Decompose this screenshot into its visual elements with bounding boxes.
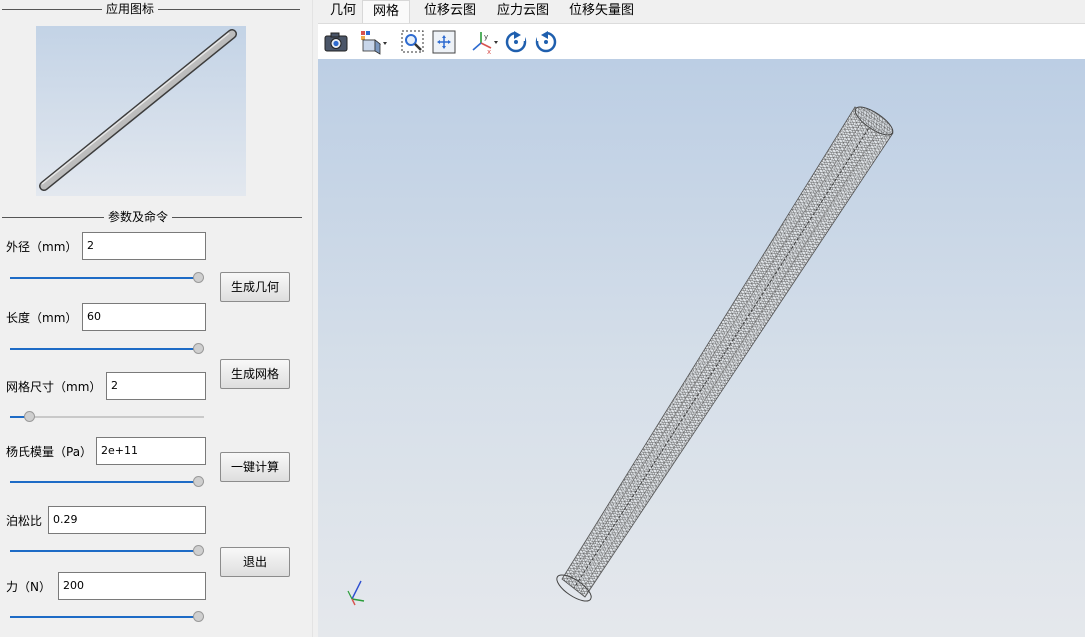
slider-handle[interactable] [193,545,204,556]
zoom-box-icon[interactable] [400,29,426,55]
view-cube-icon[interactable] [358,29,388,55]
app-icon-group-title: 应用图标 [2,2,300,16]
svg-text:y: y [484,33,488,41]
slider-handle[interactable] [193,476,204,487]
axes-icon[interactable]: y x [469,29,499,56]
youngs-modulus-label: 杨氏模量（Pa） [6,445,93,459]
length-label: 长度（mm） [6,311,78,325]
slider-handle[interactable] [193,272,204,283]
app-icon-preview [36,26,246,196]
slider-handle[interactable] [193,343,204,354]
youngs-modulus-slider[interactable] [10,476,204,488]
compute-button[interactable]: 一键计算 [220,452,290,482]
mesh-size-slider[interactable] [10,411,204,423]
poisson-ratio-slider[interactable] [10,545,204,557]
outer-diameter-input[interactable]: 2 [82,232,206,260]
app-icon-group-label: 应用图标 [102,2,159,16]
slider-handle[interactable] [24,411,35,422]
view-tabs: 几何 网格 位移云图 应力云图 位移矢量图 [318,0,1085,24]
view-toolbar: y x [318,24,1085,59]
orientation-axes-icon [347,580,365,606]
tab-mesh[interactable]: 网格 [362,0,411,23]
exit-button[interactable]: 退出 [220,547,290,577]
svg-text:x: x [487,48,491,55]
outer-diameter-label: 外径（mm） [6,240,78,254]
outer-diameter-slider[interactable] [10,272,204,284]
params-group-label: 参数及命令 [104,210,173,224]
youngs-modulus-input[interactable]: 2e+11 [96,437,206,465]
slider-handle[interactable] [193,611,204,622]
force-slider[interactable] [10,611,204,623]
params-group-title: 参数及命令 [2,210,302,224]
tab-geometry[interactable]: 几何 [320,0,366,23]
rotate-right-icon[interactable] [533,29,559,55]
generate-mesh-button[interactable]: 生成网格 [220,359,290,389]
poisson-ratio-input[interactable]: 0.29 [48,506,206,534]
fit-all-icon[interactable] [431,29,457,55]
poisson-ratio-label: 泊松比 [6,514,43,528]
tab-stress-contour[interactable]: 应力云图 [487,0,559,23]
mesh-size-label: 网格尺寸（mm） [6,380,102,394]
length-slider[interactable] [10,343,204,355]
force-input[interactable]: 200 [58,572,206,600]
rotate-left-icon[interactable] [503,29,529,55]
tab-displacement-vector[interactable]: 位移矢量图 [559,0,644,23]
force-label: 力（N） [6,580,51,594]
tab-displacement-contour[interactable]: 位移云图 [414,0,486,23]
left-panel: 应用图标 参数及命令 外径（mm） 2 长度（mm） 60 网格尺寸（mm） 2… [0,0,312,637]
camera-icon[interactable] [323,29,349,55]
generate-geometry-button[interactable]: 生成几何 [220,272,290,302]
mesh-model [556,106,894,602]
mesh-size-input[interactable]: 2 [106,372,206,400]
3d-viewport[interactable] [318,59,1085,637]
length-input[interactable]: 60 [82,303,206,331]
